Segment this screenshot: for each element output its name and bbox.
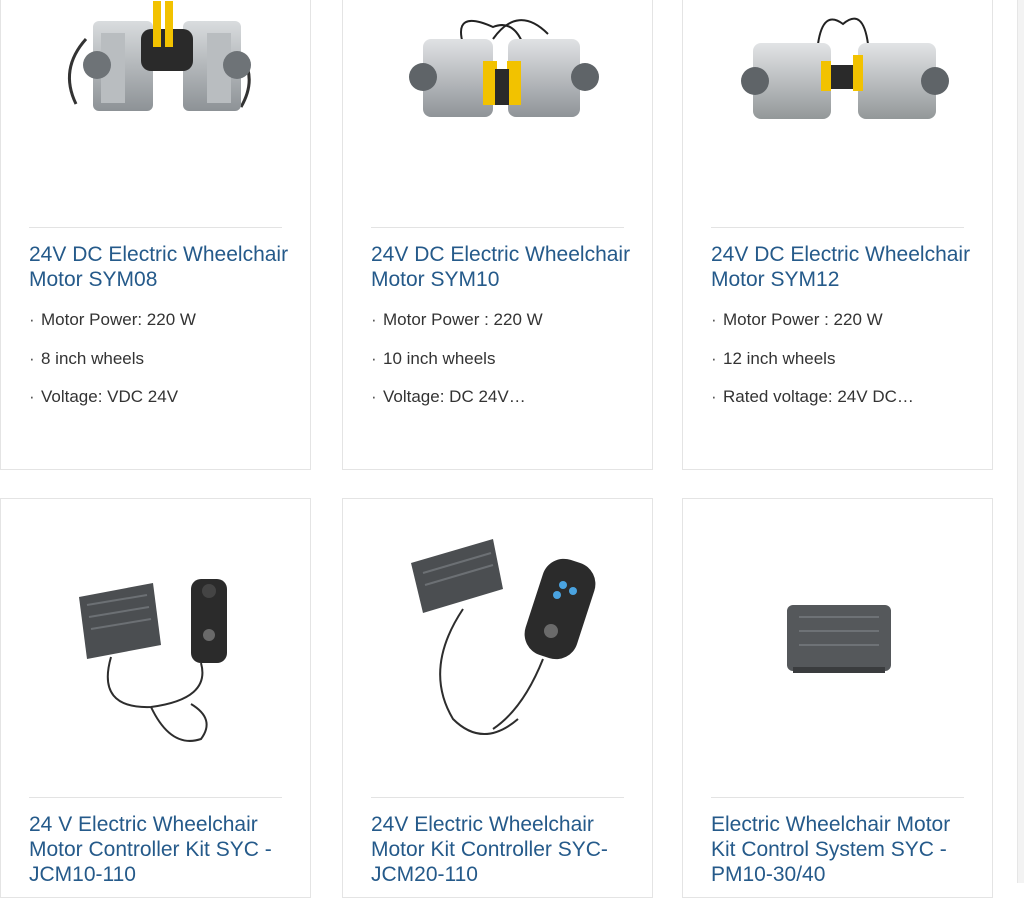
motor-sym12-icon[interactable] xyxy=(683,0,992,223)
product-card-jcm20[interactable]: 24V Electric Wheelchair Motor Kit Contro… xyxy=(342,498,653,898)
spec-item: · 8 inch wheels xyxy=(29,348,145,368)
spec-item: · Motor Power : 220 W xyxy=(371,310,543,329)
spec-item: · Voltage: VDC 24V xyxy=(29,387,179,406)
spec-item: · Rated voltage: 24V DC… xyxy=(711,387,914,406)
divider xyxy=(711,227,964,228)
divider xyxy=(711,797,964,798)
product-title[interactable]: 24V Electric Wheelchair Motor Kit Contro… xyxy=(371,812,632,887)
product-card-jcm10[interactable]: 24 V Electric Wheelchair Motor Controlle… xyxy=(0,498,311,898)
product-card-sym08[interactable]: 24V DC Electric Wheelchair Motor SYM08 ·… xyxy=(0,0,311,470)
control-box-pm10-icon[interactable] xyxy=(683,539,992,779)
product-grid: 24V DC Electric Wheelchair Motor SYM08 ·… xyxy=(0,0,1024,898)
product-title[interactable]: 24V DC Electric Wheelchair Motor SYM12 xyxy=(711,242,972,292)
divider xyxy=(29,227,282,228)
spec-list: · Motor Power : 220 W · 10 inch wheels · Vo… xyxy=(371,310,642,426)
spec-item: · 12 inch wheels xyxy=(711,348,836,368)
controller-kit-jcm10-icon[interactable] xyxy=(1,539,310,779)
controller-kit-jcm20-icon[interactable] xyxy=(343,539,652,779)
spec-item: · Motor Power: 220 W xyxy=(29,310,196,329)
product-title[interactable]: 24 V Electric Wheelchair Motor Controlle… xyxy=(29,812,290,887)
spec-list: · Motor Power : 220 W · 12 inch wheels · Ra… xyxy=(711,310,982,426)
spec-item: · Motor Power : 220 W xyxy=(711,310,883,329)
product-title[interactable]: 24V DC Electric Wheelchair Motor SYM10 xyxy=(371,242,632,292)
product-title[interactable]: Electric Wheelchair Motor Kit Control Sy… xyxy=(711,812,972,887)
product-title[interactable]: 24V DC Electric Wheelchair Motor SYM08 xyxy=(29,242,290,292)
spec-item: · 10 inch wheels xyxy=(371,348,496,368)
spec-list: · Motor Power: 220 W · 8 inch wheels · Volt… xyxy=(29,310,300,426)
divider xyxy=(371,797,624,798)
spec-item: · Voltage: DC 24V… xyxy=(371,387,526,406)
scrollbar[interactable] xyxy=(1017,0,1024,883)
divider xyxy=(371,227,624,228)
product-card-sym10[interactable]: 24V DC Electric Wheelchair Motor SYM10 ·… xyxy=(342,0,653,470)
motor-sym10-icon[interactable] xyxy=(343,0,652,223)
divider xyxy=(29,797,282,798)
motor-sym08-icon[interactable] xyxy=(1,0,310,223)
product-card-pm10[interactable]: Electric Wheelchair Motor Kit Control Sy… xyxy=(682,498,993,898)
product-card-sym12[interactable]: 24V DC Electric Wheelchair Motor SYM12 ·… xyxy=(682,0,993,470)
